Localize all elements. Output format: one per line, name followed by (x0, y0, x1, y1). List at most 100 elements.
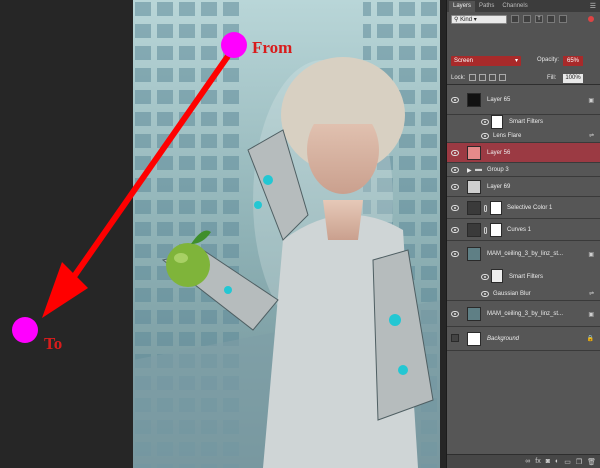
visibility-eye-icon[interactable] (451, 227, 459, 233)
filter-toggle[interactable] (588, 16, 594, 22)
smart-filters-row[interactable]: Smart Filters (447, 267, 600, 287)
trash-icon[interactable]: 🗑 (587, 458, 596, 466)
layer-row[interactable]: Layer 69 (447, 177, 600, 197)
curves-icon (467, 223, 481, 237)
visibility-eye-icon[interactable] (451, 311, 459, 317)
opacity-field[interactable]: 65% (563, 56, 583, 66)
visibility-eye-icon[interactable] (451, 251, 459, 257)
lock-transparency-icon[interactable] (469, 74, 476, 81)
visibility-eye-icon[interactable] (481, 119, 489, 125)
filter-options-icon[interactable]: ⇌ (589, 290, 594, 297)
layers-bottom-bar: ∞ fx ◙ ◐ ▭ ❐ 🗑 (447, 454, 600, 468)
filter-name: Lens Flare (493, 133, 522, 139)
layer-name: Layer 65 (487, 97, 511, 103)
tab-paths[interactable]: Paths (475, 1, 498, 12)
smart-filters-label: Smart Filters (509, 274, 544, 280)
smart-object-icon: ▣ (588, 312, 594, 318)
visibility-eye-icon[interactable] (451, 205, 459, 211)
group-row[interactable]: ▶ ▬ Group 3 (447, 163, 600, 177)
visibility-eye-icon[interactable] (481, 133, 489, 139)
layer-name: Background (487, 336, 520, 342)
lock-all-icon[interactable] (499, 74, 506, 81)
lock-icon: 🔒 (586, 336, 594, 342)
fill-label: Fill: (547, 75, 557, 81)
lock-row: Lock: Fill: 100% (447, 72, 600, 84)
layer-name: Layer 69 (487, 184, 511, 190)
adjustment-layer-row[interactable]: Selective Color 1 (447, 197, 600, 219)
visibility-eye-icon[interactable] (451, 150, 459, 156)
to-label: To (44, 334, 63, 353)
document-canvas[interactable] (0, 0, 446, 468)
kind-label: Kind (460, 17, 473, 23)
lock-position-icon[interactable] (489, 74, 496, 81)
layer-thumbnail (467, 93, 481, 107)
visibility-eye-icon[interactable] (451, 167, 459, 173)
background-layer-row[interactable]: Background 🔒 (447, 327, 600, 351)
visibility-eye-icon[interactable] (481, 274, 489, 280)
blend-mode-select[interactable]: Screen ▾ (451, 56, 521, 66)
from-label: From (252, 38, 293, 57)
filter-mask-thumbnail (491, 269, 503, 283)
new-layer-icon[interactable]: ❐ (576, 458, 582, 466)
layer-name: MAM_ceiling_3_by_linz_st... (487, 251, 564, 257)
filter-icons: T (511, 15, 567, 23)
folder-icon[interactable]: ▭ (564, 458, 571, 466)
layer-thumbnail (467, 180, 481, 194)
link-icon[interactable] (484, 205, 487, 212)
layer-row[interactable]: MAM_ceiling_3_by_linz_st... ▣ (447, 301, 600, 327)
type-filter-icon[interactable]: T (535, 15, 543, 23)
adjustment-filter-icon[interactable] (523, 15, 531, 23)
selective-color-icon (467, 201, 481, 215)
lock-image-icon[interactable] (479, 74, 486, 81)
panel-menu-icon[interactable]: ☰ (590, 1, 600, 12)
smart-filters-label: Smart Filters (509, 119, 544, 125)
filter-row[interactable]: Gaussian Blur ⇌ (447, 287, 600, 301)
kind-filter-select[interactable]: ⚲ Kind ▾ (451, 15, 507, 24)
tab-layers[interactable]: Layers (449, 1, 476, 12)
layer-row-selected[interactable]: Layer 56 (447, 143, 600, 163)
smart-object-icon: ▣ (588, 252, 594, 258)
smart-object-icon: ▣ (588, 98, 594, 104)
visibility-eye-icon[interactable] (481, 291, 489, 297)
shape-filter-icon[interactable] (547, 15, 555, 23)
pixel-filter-icon[interactable] (511, 15, 519, 23)
smart-object-filter-icon[interactable] (559, 15, 567, 23)
filter-row[interactable]: Lens Flare ⇌ (447, 129, 600, 143)
artwork-image (133, 0, 440, 468)
visibility-toggle-off[interactable] (451, 334, 459, 342)
blend-mode-value: Screen (454, 58, 474, 64)
adjustment-layer-row[interactable]: Curves 1 (447, 219, 600, 241)
folder-icon: ▬ (475, 166, 482, 173)
layer-name: Selective Color 1 (507, 205, 553, 211)
expand-arrow-icon[interactable]: ▶ (467, 167, 472, 174)
layer-thumbnail (467, 307, 481, 321)
fx-icon[interactable]: fx (535, 458, 540, 465)
layer-name: MAM_ceiling_3_by_linz_st... (487, 311, 564, 317)
link-icon[interactable]: ∞ (525, 458, 530, 465)
opacity-label: Opacity: (537, 57, 560, 63)
lock-label: Lock: (451, 75, 466, 81)
lock-icons (469, 74, 506, 81)
visibility-eye-icon[interactable] (451, 97, 459, 103)
layer-name: Curves 1 (507, 227, 532, 233)
smart-filters-row[interactable]: Smart Filters (447, 115, 600, 129)
link-icon[interactable] (484, 227, 487, 234)
blend-row: Screen ▾ Opacity: 65% (447, 54, 600, 69)
mask-icon[interactable]: ◙ (546, 458, 550, 465)
layer-thumbnail (467, 146, 481, 160)
layer-name: Layer 56 (487, 150, 511, 156)
chevron-down-icon: ▾ (514, 58, 518, 64)
fill-field[interactable]: 100% (563, 74, 583, 83)
filter-options-icon[interactable]: ⇌ (589, 132, 594, 139)
adjustment-icon[interactable]: ◐ (555, 458, 559, 465)
layer-thumbnail (467, 247, 481, 261)
visibility-eye-icon[interactable] (451, 184, 459, 190)
group-name: Group 3 (487, 167, 509, 173)
filter-mask-thumbnail (491, 115, 503, 129)
layer-row[interactable]: Layer 65 ▣ (447, 85, 600, 115)
layer-thumbnail (467, 332, 481, 346)
layer-row[interactable]: MAM_ceiling_3_by_linz_st... ▣ (447, 241, 600, 267)
tab-channels[interactable]: Channels (498, 1, 531, 12)
filter-name: Gaussian Blur (493, 291, 531, 297)
layers-list: Layer 65 ▣ Smart Filters Lens Flare ⇌ La… (447, 84, 600, 455)
